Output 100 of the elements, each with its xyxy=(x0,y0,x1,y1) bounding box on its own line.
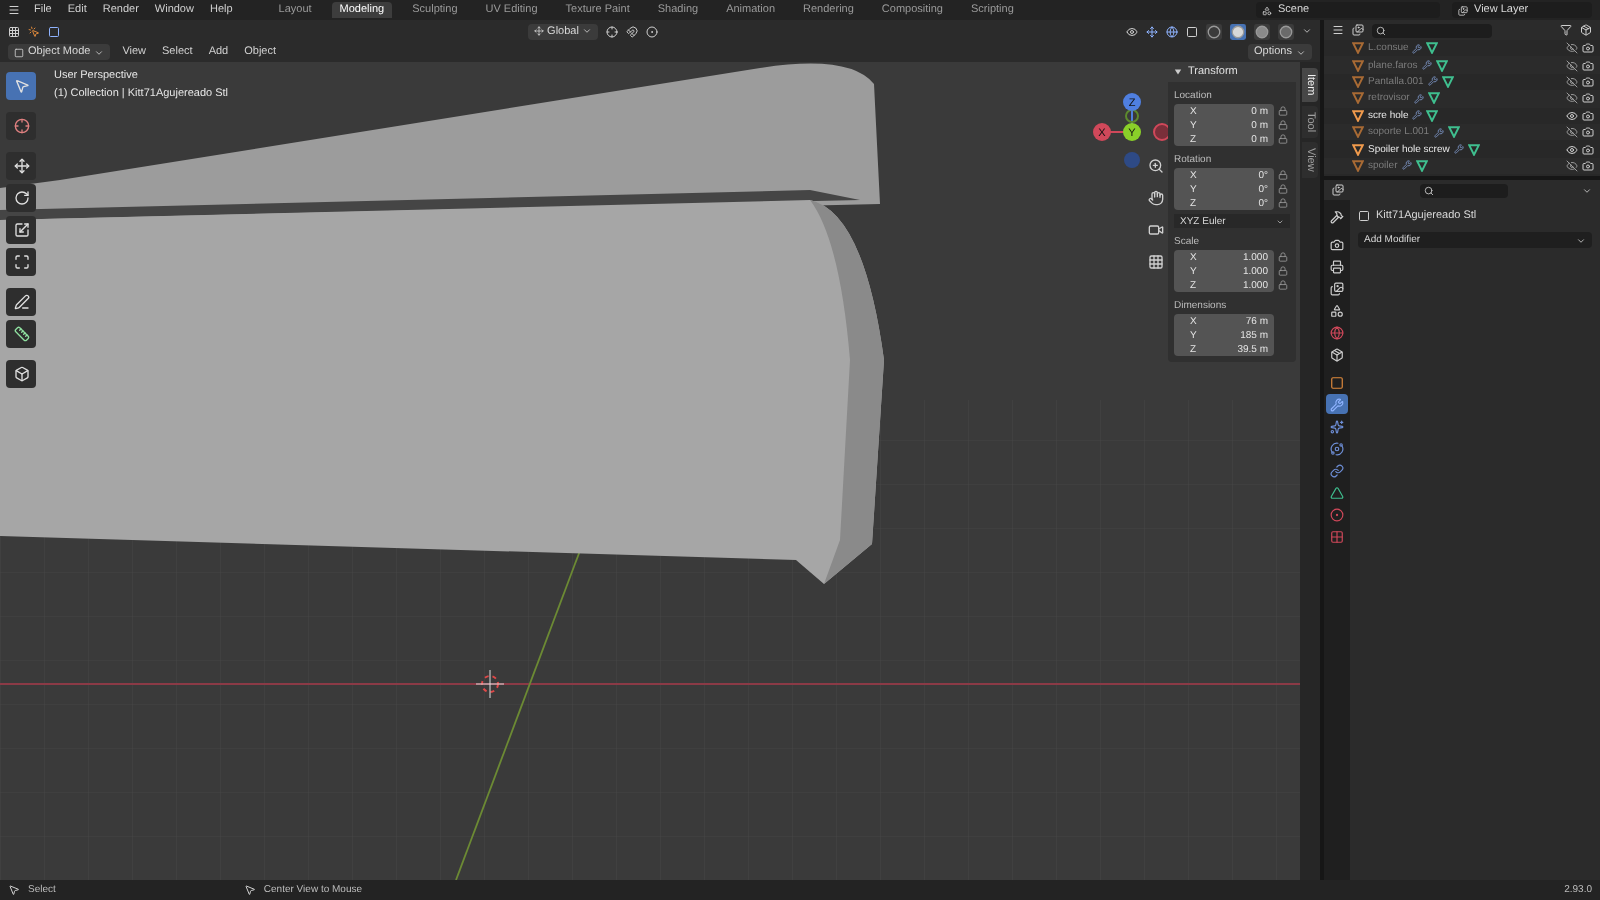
mouse-icon xyxy=(8,884,20,896)
property-tab[interactable] xyxy=(1326,372,1348,392)
wrench-icon xyxy=(1453,144,1464,155)
sparkles-icon xyxy=(1330,419,1344,433)
lock-icon[interactable] xyxy=(1278,134,1288,144)
search-field[interactable] xyxy=(1419,183,1507,197)
eye-icon[interactable] xyxy=(1126,25,1138,37)
lock-icon[interactable] xyxy=(1278,280,1288,290)
cursor-arrow-icon xyxy=(13,78,29,94)
grid-icon xyxy=(1147,253,1163,269)
object-icon xyxy=(1358,210,1370,222)
property-tab[interactable] xyxy=(1326,438,1348,458)
pivot-icon[interactable] xyxy=(606,25,619,37)
camera-icon[interactable] xyxy=(1582,159,1594,172)
lock-icon[interactable] xyxy=(1278,106,1288,116)
property-tab[interactable] xyxy=(1326,234,1348,254)
camera-icon[interactable] xyxy=(1582,92,1594,105)
mesh-data-icon xyxy=(1415,159,1428,172)
overlay-icon[interactable] xyxy=(1166,25,1178,37)
eye-icon[interactable] xyxy=(1566,109,1578,122)
closed-eye-icon[interactable] xyxy=(1566,59,1578,72)
camera-icon[interactable] xyxy=(1582,75,1594,88)
gizmo-icon[interactable] xyxy=(1146,25,1158,37)
display-mode-icon[interactable] xyxy=(1352,24,1364,36)
proportional-icon[interactable] xyxy=(646,25,659,37)
property-tab[interactable] xyxy=(1326,278,1348,298)
orbit-icon xyxy=(1330,441,1344,455)
caret-icon xyxy=(1296,47,1306,57)
select-mode-icon[interactable] xyxy=(48,25,60,37)
wrench-icon xyxy=(1330,397,1344,411)
tool-button[interactable] xyxy=(6,248,36,276)
property-tab[interactable] xyxy=(1326,300,1348,320)
camera-icon[interactable] xyxy=(1582,143,1594,156)
property-tab[interactable] xyxy=(1326,344,1348,364)
tool-button[interactable] xyxy=(6,184,36,212)
lock-icon[interactable] xyxy=(1278,252,1288,262)
tool-button[interactable] xyxy=(6,360,36,388)
wrench-icon xyxy=(1427,76,1438,87)
magnet-icon[interactable] xyxy=(626,25,639,37)
shapes-icon xyxy=(1262,5,1272,15)
four-arrows-icon xyxy=(13,158,29,174)
closed-eye-icon[interactable] xyxy=(1566,75,1578,88)
globe-icon xyxy=(1330,325,1344,339)
transform-icon xyxy=(13,254,29,270)
3d-cursor-icon xyxy=(475,669,505,699)
property-tab[interactable] xyxy=(1326,460,1348,480)
printer-icon xyxy=(1330,259,1344,273)
camera-icon[interactable] xyxy=(1582,126,1594,139)
new-collection-icon[interactable] xyxy=(1580,24,1592,36)
tool-button[interactable] xyxy=(6,288,36,316)
closed-eye-icon[interactable] xyxy=(1566,42,1578,55)
negative-z-axis-dot[interactable] xyxy=(1124,152,1140,168)
shapes-icon xyxy=(1330,303,1344,317)
camera-icon[interactable] xyxy=(1582,109,1594,122)
caret-icon[interactable] xyxy=(1302,26,1312,36)
lock-icon[interactable] xyxy=(1278,198,1288,208)
search-field[interactable] xyxy=(1372,23,1492,37)
pointer-icon[interactable] xyxy=(28,25,40,37)
caret-icon xyxy=(582,26,593,36)
shading-mode-button[interactable] xyxy=(1254,23,1270,39)
lock-icon[interactable] xyxy=(1278,184,1288,194)
images-icon xyxy=(1330,281,1344,295)
wrench-icon xyxy=(1412,43,1423,54)
tool-button[interactable] xyxy=(6,112,36,140)
lock-icon[interactable] xyxy=(1278,120,1288,130)
tool-button[interactable] xyxy=(6,152,36,180)
camera-icon[interactable] xyxy=(1582,59,1594,72)
link-icon xyxy=(1330,463,1344,477)
xray-icon[interactable] xyxy=(1186,25,1198,37)
shading-mode-button[interactable] xyxy=(1206,23,1222,39)
eye-icon[interactable] xyxy=(1566,143,1578,156)
camera-icon[interactable] xyxy=(1582,42,1594,55)
property-tab[interactable] xyxy=(1326,482,1348,502)
shading-mode-button[interactable] xyxy=(1278,23,1294,39)
property-tab[interactable] xyxy=(1326,416,1348,436)
triangle-icon xyxy=(1330,485,1344,499)
wrench-icon xyxy=(1413,93,1424,104)
property-tab[interactable] xyxy=(1326,256,1348,276)
square-icon xyxy=(1330,375,1344,389)
property-tab[interactable] xyxy=(1326,394,1348,414)
tool-button[interactable] xyxy=(6,320,36,348)
caret-icon[interactable] xyxy=(1582,185,1592,195)
lock-icon[interactable] xyxy=(1278,266,1288,276)
package-icon xyxy=(1330,347,1344,361)
list-icon[interactable] xyxy=(1332,24,1344,36)
wrench-icon xyxy=(1433,127,1444,138)
property-tab[interactable] xyxy=(1326,206,1348,226)
negative-y-axis-dot[interactable] xyxy=(1125,109,1139,123)
caret-icon xyxy=(1576,235,1586,245)
lock-icon[interactable] xyxy=(1278,170,1288,180)
shading-mode-button[interactable] xyxy=(1230,23,1246,39)
closed-eye-icon[interactable] xyxy=(1566,92,1578,105)
closed-eye-icon[interactable] xyxy=(1566,159,1578,172)
ruler-icon xyxy=(13,326,29,342)
filter-icon[interactable] xyxy=(1560,24,1572,36)
wrench-icon xyxy=(1412,110,1423,121)
tool-button[interactable] xyxy=(6,216,36,244)
closed-eye-icon[interactable] xyxy=(1566,126,1578,139)
wrench-icon xyxy=(1401,160,1412,171)
search-icon xyxy=(1376,25,1386,35)
